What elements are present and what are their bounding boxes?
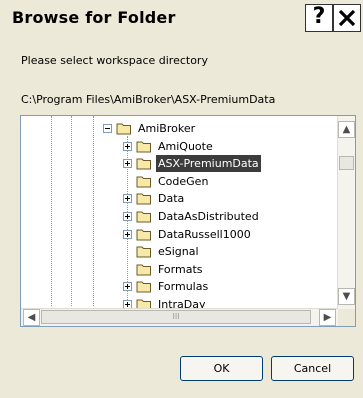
expand-plus-icon[interactable] — [123, 282, 132, 292]
tree-item-label: AmiBroker — [138, 122, 196, 135]
folder-icon — [136, 176, 151, 188]
scroll-down-icon: ▼ — [342, 291, 351, 302]
close-button[interactable] — [333, 4, 361, 32]
ok-button[interactable]: OK — [180, 356, 263, 381]
folder-icon — [136, 211, 151, 223]
folder-icon — [116, 123, 131, 135]
tree-item-label: Formulas — [158, 280, 209, 294]
scroll-grip: III — [172, 312, 180, 321]
tree-item-label: CodeGen — [158, 174, 209, 188]
folder-icon — [136, 158, 151, 170]
tree-guide-line — [71, 116, 72, 306]
folder-icon — [136, 193, 151, 205]
title-bar[interactable]: Browse for Folder ? — [0, 0, 363, 38]
scroll-right-button[interactable]: ▶ — [319, 309, 336, 326]
horizontal-scroll-thumb[interactable]: III — [41, 310, 311, 324]
tree-item-label: DataAsDistributed — [158, 210, 259, 223]
expand-plus-icon[interactable] — [123, 194, 132, 204]
tree-item-label: AmiQuote — [158, 139, 213, 153]
tree-item-label: Formats — [158, 262, 203, 276]
help-icon: ? — [312, 4, 326, 29]
scroll-left-button[interactable]: ◀ — [23, 309, 40, 326]
tree-guide-line — [51, 116, 52, 306]
expand-plus-icon[interactable] — [123, 212, 132, 221]
tree-item-label: eSignal — [158, 245, 199, 259]
expand-plus-icon[interactable] — [123, 229, 132, 239]
scrollbar-corner — [338, 309, 355, 326]
expand-plus-icon[interactable] — [123, 159, 132, 169]
vertical-scroll-thumb[interactable] — [339, 156, 354, 170]
scroll-right-icon: ▶ — [323, 312, 332, 323]
expand-plus-icon[interactable] — [123, 141, 132, 151]
help-button[interactable]: ? — [305, 4, 333, 32]
folder-icon — [136, 246, 151, 258]
tree-item-label: ASX-PremiumData — [156, 155, 261, 173]
collapse-minus-icon[interactable] — [103, 124, 112, 133]
folder-icon — [136, 141, 151, 153]
tree-item-label: Data — [158, 192, 185, 206]
scroll-left-icon: ◀ — [27, 312, 36, 323]
folder-tree[interactable]: AmiBroker AmiQuote ASX-PremiumData CodeGen D… — [20, 115, 356, 327]
cancel-button[interactable]: Cancel — [271, 356, 354, 381]
current-path-text: C:\Program Files\AmiBroker\ASX-PremiumDa… — [21, 93, 276, 106]
close-icon — [338, 9, 356, 27]
horizontal-scrollbar[interactable]: ◀ III ▶ — [21, 308, 338, 326]
window-title: Browse for Folder — [12, 8, 176, 27]
tree-guide-line — [93, 116, 94, 306]
scroll-down-button[interactable]: ▼ — [338, 288, 355, 305]
folder-icon — [136, 264, 151, 276]
folder-icon — [136, 281, 151, 293]
tree-item-label: DataRussell1000 — [158, 227, 251, 241]
scroll-up-button[interactable]: ▲ — [338, 121, 355, 138]
prompt-text: Please select workspace directory — [21, 54, 208, 67]
vertical-scrollbar[interactable]: ▲ ▼ — [337, 116, 355, 309]
scroll-up-icon: ▲ — [342, 124, 351, 135]
folder-icon — [136, 229, 151, 241]
